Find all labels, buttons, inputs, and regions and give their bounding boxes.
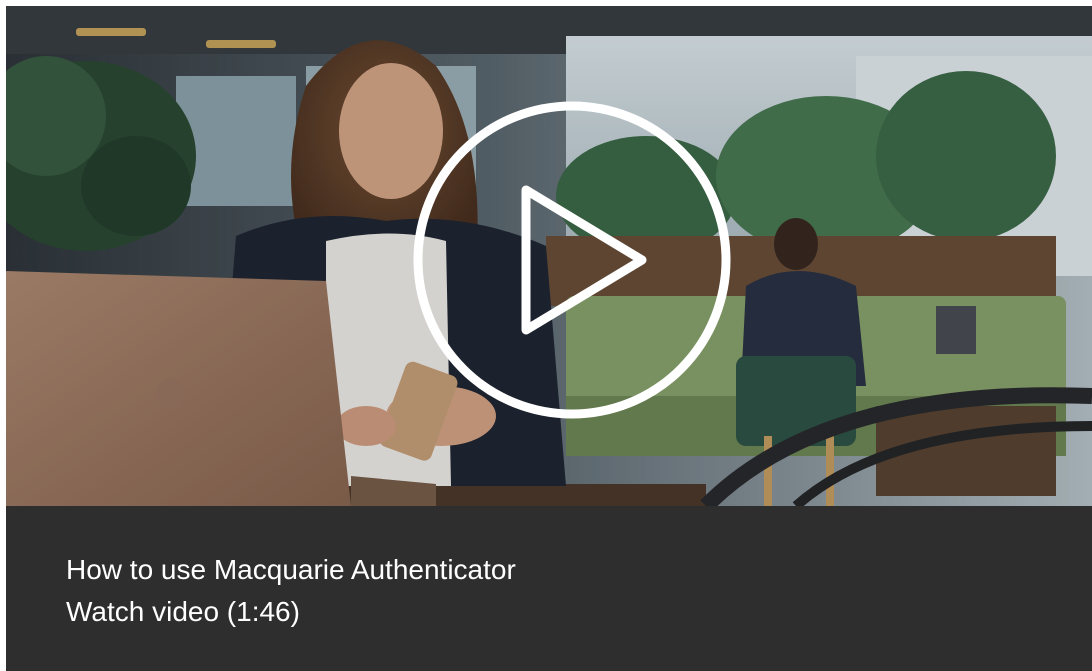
video-card: How to use Macquarie Authenticator Watch… — [6, 6, 1092, 671]
video-thumbnail[interactable] — [6, 6, 1092, 506]
video-caption: How to use Macquarie Authenticator Watch… — [6, 506, 1092, 671]
watch-video-link[interactable]: Watch video (1:46) — [66, 595, 300, 629]
video-title: How to use Macquarie Authenticator — [66, 554, 516, 585]
play-circle-icon[interactable] — [410, 98, 734, 422]
